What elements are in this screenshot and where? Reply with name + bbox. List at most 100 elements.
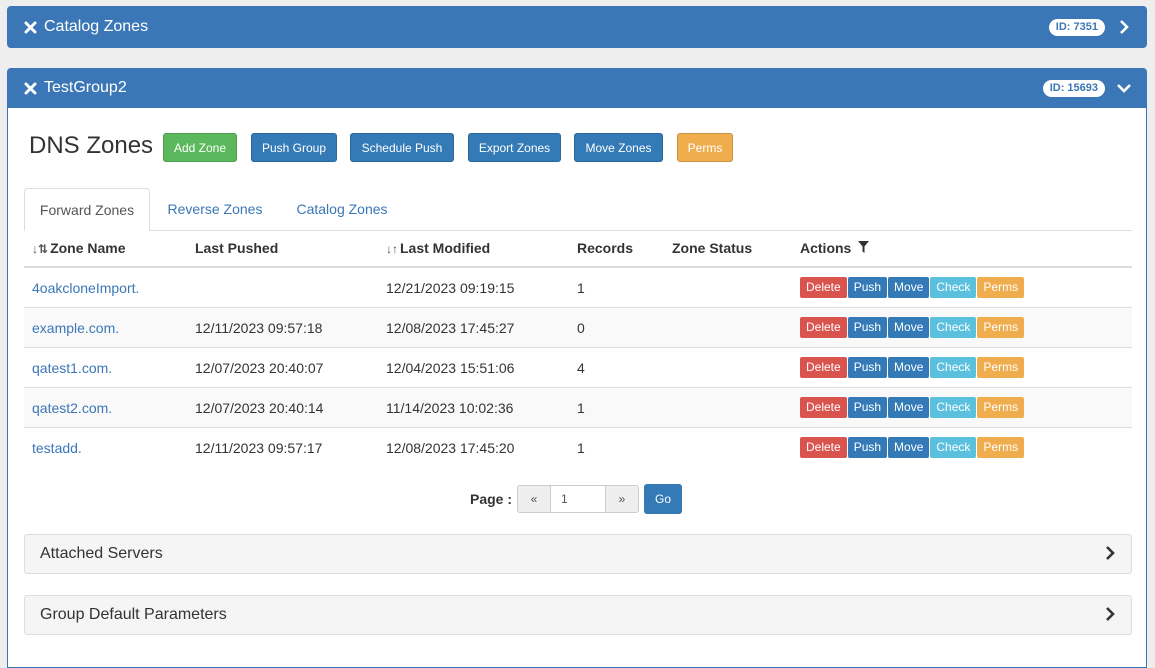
last-modified-cell: 12/08/2023 17:45:27 — [378, 307, 569, 348]
check-button[interactable]: Check — [930, 397, 977, 418]
header-last-pushed[interactable]: Last Pushed — [187, 230, 378, 268]
zone-name-link[interactable]: 4oakcloneImport. — [32, 280, 139, 296]
last-modified-cell: 11/14/2023 10:02:36 — [386, 399, 514, 416]
table-row: qatest1.com. 12/07/2023 20:40:07 12/04/202… — [24, 347, 1132, 388]
records-cell: 0 — [577, 319, 585, 336]
zone-status-cell — [664, 266, 792, 308]
perms-button[interactable]: Perms — [977, 437, 1025, 458]
zone-name-link[interactable]: example.com. — [32, 320, 119, 336]
last-modified-cell: 11/14/2023 10:02:36 — [378, 387, 569, 428]
section-title: Attached Servers — [40, 545, 163, 562]
push-button[interactable]: Push — [847, 397, 888, 418]
schedule-push-button[interactable]: Schedule Push — [350, 133, 454, 162]
zone-name-cell: testadd. — [24, 427, 187, 467]
sort-icon[interactable]: ↓↑ — [386, 242, 398, 256]
delete-button[interactable]: Delete — [800, 357, 847, 378]
actions-cell: Delete Push Move Check Perms — [792, 387, 1132, 428]
next-page-button[interactable]: » — [605, 485, 640, 513]
add-zone-button[interactable]: Add Zone — [163, 133, 237, 162]
push-button[interactable]: Push — [847, 317, 888, 338]
records-cell: 4 — [569, 347, 664, 388]
header-records[interactable]: Records — [569, 230, 664, 268]
perms-button[interactable]: Perms — [977, 277, 1025, 298]
header-zone-name[interactable]: ↓⇅ Zone Name — [24, 230, 187, 268]
id-badge: ID: 15693 — [1042, 79, 1105, 97]
page-number-input[interactable]: 1 — [551, 485, 606, 513]
delete-button[interactable]: Delete — [800, 317, 847, 338]
tab-reverse-zones[interactable]: Reverse Zones — [156, 188, 274, 230]
filter-icon[interactable] — [854, 241, 869, 256]
records-cell: 0 — [569, 307, 664, 348]
zone-name-link[interactable]: testadd. — [32, 440, 82, 456]
zone-name-cell: example.com. — [24, 307, 187, 348]
perms-button[interactable]: Perms — [677, 133, 733, 162]
last-modified-cell: 12/04/2023 15:51:06 — [378, 347, 569, 388]
last-pushed-cell: 12/11/2023 09:57:18 — [195, 319, 323, 336]
attached-servers-panel[interactable]: Attached Servers — [24, 534, 1132, 574]
actions-cell: Delete Push Move Check Perms — [792, 347, 1132, 388]
records-cell: 1 — [569, 427, 664, 467]
move-button[interactable]: Move — [888, 357, 930, 378]
check-button[interactable]: Check — [930, 357, 977, 378]
close-icon[interactable] — [24, 82, 37, 95]
delete-button[interactable]: Delete — [800, 437, 847, 458]
chevron-right-icon[interactable] — [1117, 20, 1131, 34]
zone-name-cell: qatest1.com. — [24, 347, 187, 388]
last-modified-cell: 12/21/2023 09:19:15 — [378, 266, 569, 308]
move-button[interactable]: Move — [888, 437, 930, 458]
check-button[interactable]: Check — [930, 277, 977, 298]
last-pushed-cell: 12/11/2023 09:57:18 — [187, 307, 378, 348]
records-cell: 1 — [577, 399, 585, 416]
move-zones-button[interactable]: Move Zones — [574, 133, 663, 162]
testgroup2-panel-header[interactable]: TestGroup2 ID: 15693 — [7, 68, 1147, 108]
move-button[interactable]: Move — [888, 317, 930, 338]
actions-cell: Delete Push Move Check Perms — [792, 307, 1132, 348]
last-pushed-cell: 12/07/2023 20:40:07 — [187, 347, 378, 388]
push-button[interactable]: Push — [847, 357, 888, 378]
check-button[interactable]: Check — [930, 437, 977, 458]
records-cell: 4 — [577, 359, 585, 376]
header-actions: Actions — [792, 230, 1132, 268]
last-modified-cell: 12/08/2023 17:45:27 — [386, 319, 515, 336]
catalog-zones-panel-header[interactable]: Catalog Zones ID: 7351 — [7, 6, 1147, 48]
tab-forward-zones[interactable]: Forward Zones — [24, 188, 150, 231]
records-cell: 1 — [577, 279, 585, 296]
zone-name-link[interactable]: qatest2.com. — [32, 400, 112, 416]
group-default-parameters-panel[interactable]: Group Default Parameters — [24, 595, 1132, 635]
records-cell: 1 — [569, 387, 664, 428]
sort-icon[interactable]: ↓⇅ — [32, 242, 48, 256]
perms-button[interactable]: Perms — [977, 317, 1025, 338]
perms-button[interactable]: Perms — [977, 397, 1025, 418]
go-button[interactable]: Go — [644, 484, 683, 514]
actions-cell: Delete Push Move Check Perms — [792, 266, 1132, 308]
delete-button[interactable]: Delete — [800, 397, 847, 418]
export-zones-button[interactable]: Export Zones — [468, 133, 561, 162]
perms-button[interactable]: Perms — [977, 357, 1025, 378]
move-button[interactable]: Move — [888, 397, 930, 418]
table-row: 4oakcloneImport. 12/21/2023 09:19:15 1 Dele… — [24, 266, 1132, 308]
delete-button[interactable]: Delete — [800, 277, 847, 298]
push-button[interactable]: Push — [847, 437, 888, 458]
chevron-right-icon[interactable] — [1104, 545, 1116, 563]
close-icon[interactable] — [24, 21, 37, 34]
header-last-modified[interactable]: ↓↑ Last Modified — [378, 230, 569, 268]
check-button[interactable]: Check — [930, 317, 977, 338]
section-title: Group Default Parameters — [40, 606, 227, 623]
push-group-button[interactable]: Push Group — [251, 133, 337, 162]
push-button[interactable]: Push — [847, 277, 888, 298]
last-modified-cell: 12/08/2023 17:45:20 — [378, 427, 569, 467]
group-panel-body: DNS Zones Add Zone Push Group Schedule P… — [7, 108, 1147, 668]
header-zone-status[interactable]: Zone Status — [664, 230, 792, 268]
move-button[interactable]: Move — [888, 277, 930, 298]
tab-catalog-zones[interactable]: Catalog Zones — [282, 188, 402, 230]
zone-status-cell — [664, 387, 792, 428]
zones-table: ↓⇅ Zone Name Last Pushed ↓↑ Last Modified … — [24, 230, 1132, 467]
last-pushed-cell: 12/11/2023 09:57:17 — [195, 439, 323, 456]
records-cell: 1 — [577, 439, 585, 456]
chevron-right-icon[interactable] — [1104, 606, 1116, 624]
last-modified-cell: 12/08/2023 17:45:20 — [386, 439, 515, 456]
zone-name-link[interactable]: qatest1.com. — [32, 360, 112, 376]
prev-page-button[interactable]: « — [517, 485, 552, 513]
chevron-down-icon[interactable] — [1117, 81, 1131, 95]
pagination: Page : « 1 » Go — [470, 484, 683, 514]
